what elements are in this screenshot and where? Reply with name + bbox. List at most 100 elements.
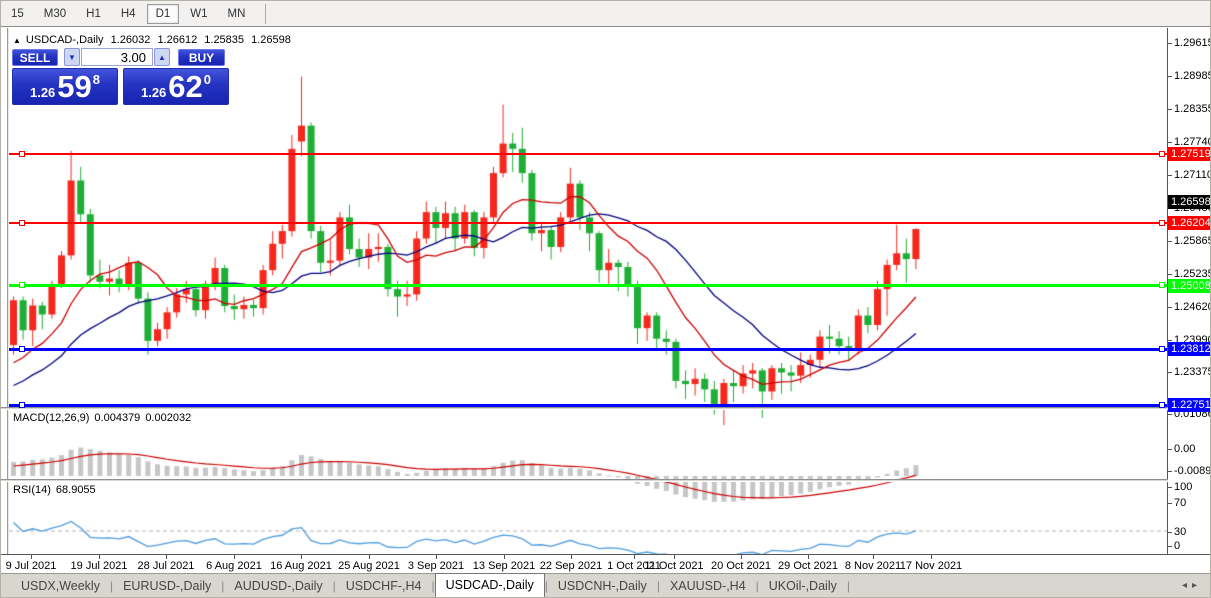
line-handle[interactable] xyxy=(1159,219,1165,226)
date-label: 20 Oct 2021 xyxy=(711,560,771,572)
horizontal-line-1.23812[interactable] xyxy=(9,346,1167,352)
indicator-axis-tickmark xyxy=(1168,546,1172,547)
macd-panel-canvas[interactable] xyxy=(9,437,1167,506)
chart-title: ▲ USDCAD-,Daily 1.26032 1.26612 1.25835 1… xyxy=(13,34,295,46)
indicator-axis-tickmark xyxy=(1168,414,1172,415)
macd-value-main: 0.004379 xyxy=(94,412,141,424)
date-tickmark xyxy=(674,555,675,559)
horizontal-line-1.26204[interactable] xyxy=(9,219,1167,226)
price-chart-canvas[interactable] xyxy=(9,58,1167,434)
price-axis-tickmark xyxy=(1168,76,1172,77)
price-axis-tickmark xyxy=(1168,274,1172,275)
indicator-axis-tick: 30 xyxy=(1174,526,1187,538)
chart-window[interactable] xyxy=(1,28,1210,581)
trading-platform-window: 15 M30 H1 H4 D1 W1 MN ▲ USDCAD-,Daily 1.26032 1… xyxy=(0,0,1211,598)
timeframe-button-W1[interactable]: W1 xyxy=(181,4,216,24)
rsi-name: RSI(14) xyxy=(13,484,51,496)
horizontal-line-1.27519[interactable] xyxy=(9,150,1167,157)
date-tickmark xyxy=(234,555,235,559)
date-tickmark xyxy=(808,555,809,559)
volume-increase-button[interactable]: ▲ xyxy=(154,48,170,66)
current-price-tag: 1.26598 xyxy=(1168,195,1210,209)
price-axis-tick: 1.29615 xyxy=(1174,37,1211,49)
sell-price-prefix: 1.26 xyxy=(29,85,56,100)
tab-USDCAD-Daily[interactable]: USDCAD-,Daily xyxy=(434,573,545,597)
timeframe-button-D1[interactable]: D1 xyxy=(146,3,180,24)
timeframe-button-H1[interactable]: H1 xyxy=(77,4,110,24)
price-axis-tickmark xyxy=(1168,340,1172,341)
date-label: 22 Sep 2021 xyxy=(539,560,603,572)
tab-AUDUSD-Daily[interactable]: AUDUSD-,Daily xyxy=(224,575,332,597)
tab-USDCHF-H4[interactable]: USDCHF-,H4 xyxy=(336,575,432,597)
price-axis-tick: 1.25865 xyxy=(1174,235,1211,247)
line-handle[interactable] xyxy=(1159,282,1165,288)
timeframe-button-MN[interactable]: MN xyxy=(219,4,255,24)
horizontal-line-1.22751[interactable] xyxy=(9,402,1167,408)
price-line-tag-1.23812: 1.23812 xyxy=(1168,342,1210,356)
price-axis-tickmark xyxy=(1168,109,1172,110)
date-tickmark xyxy=(873,555,874,559)
symbol-period-label: USDCAD-,Daily xyxy=(25,34,104,46)
indicator-axis-tick: 0.00 xyxy=(1174,443,1196,455)
timeframe-button-M30[interactable]: M30 xyxy=(35,4,75,24)
line-handle[interactable] xyxy=(1159,402,1165,408)
timeframe-button-15[interactable]: 15 xyxy=(2,4,33,24)
collapse-arrow-icon[interactable]: ▲ xyxy=(13,36,21,45)
tab-EURUSD-Daily[interactable]: EURUSD-,Daily xyxy=(113,575,221,597)
indicator-axis-tick: 70 xyxy=(1174,497,1187,509)
date-axis: 9 Jul 2021 19 Jul 2021 28 Jul 2021 6 Aug 20… xyxy=(1,554,1210,573)
tab-scroll-right-icon: ▸ xyxy=(1191,580,1202,591)
date-tickmark xyxy=(31,555,32,559)
price-axis-tick: 1.27110 xyxy=(1174,169,1211,181)
date-label: 9 Jul 2021 xyxy=(5,560,57,572)
price-axis-tickmark xyxy=(1168,142,1172,143)
indicator-axis-tickmark xyxy=(1168,532,1172,533)
price-axis-tick: 1.24620 xyxy=(1174,301,1211,313)
date-label: 28 Jul 2021 xyxy=(137,560,195,572)
ohlc-low: 1.25835 xyxy=(204,34,245,46)
price-line-tag-1.27519: 1.27519 xyxy=(1168,147,1210,161)
price-line-tag-1.26204: 1.26204 xyxy=(1168,216,1210,230)
tab-USDCNH-Daily[interactable]: USDCNH-,Daily xyxy=(548,575,657,597)
date-tickmark xyxy=(504,555,505,559)
line-handle[interactable] xyxy=(19,150,25,157)
buy-button[interactable]: BUY xyxy=(178,49,225,66)
sell-price-pip: 8 xyxy=(92,72,101,87)
line-handle[interactable] xyxy=(19,346,25,352)
price-axis-tickmark xyxy=(1168,175,1172,176)
date-tickmark xyxy=(741,555,742,559)
timeframe-button-H4[interactable]: H4 xyxy=(112,4,145,24)
date-label: 3 Sep 2021 xyxy=(407,560,465,572)
price-axis-tick: 1.28355 xyxy=(1174,103,1211,115)
tab-XAUUSD-H4[interactable]: XAUUSD-,H4 xyxy=(660,575,756,597)
line-handle[interactable] xyxy=(1159,346,1165,352)
buy-price-pip: 0 xyxy=(203,72,212,87)
line-handle[interactable] xyxy=(19,282,25,288)
line-handle[interactable] xyxy=(19,219,25,226)
volume-decrease-button[interactable]: ▼ xyxy=(64,48,80,66)
volume-input[interactable]: 3.00 xyxy=(81,48,153,66)
date-tickmark xyxy=(571,555,572,559)
price-axis-tick: 1.23375 xyxy=(1174,366,1211,378)
sell-button[interactable]: SELL xyxy=(12,49,58,66)
date-tickmark xyxy=(369,555,370,559)
ohlc-open: 1.26032 xyxy=(110,34,151,46)
indicator-axis-tick: 100 xyxy=(1174,481,1193,493)
tab-USDX-Weekly[interactable]: USDX,Weekly xyxy=(11,575,110,597)
tab-scroll-arrows[interactable]: ◂▸ xyxy=(1182,580,1202,591)
tab-separator: | xyxy=(846,579,850,593)
tab-UKOil-Daily[interactable]: UKOil-,Daily xyxy=(759,575,847,597)
panel-splitter-macd[interactable] xyxy=(1,407,1210,410)
price-line-tag-1.22751: 1.22751 xyxy=(1168,398,1210,412)
line-handle[interactable] xyxy=(19,402,25,408)
panel-splitter-rsi[interactable] xyxy=(1,479,1210,482)
line-handle[interactable] xyxy=(1159,150,1165,157)
buy-price-button[interactable]: 1.26 62 0 xyxy=(123,68,229,105)
tab-scroll-left-icon: ◂ xyxy=(1181,580,1192,591)
sell-price-button[interactable]: 1.26 59 8 xyxy=(12,68,118,105)
date-tickmark xyxy=(634,555,635,559)
date-label: 29 Oct 2021 xyxy=(778,560,838,572)
horizontal-line-1.25008[interactable] xyxy=(9,282,1167,288)
buy-price-main: 62 xyxy=(168,69,203,104)
date-tickmark xyxy=(166,555,167,559)
